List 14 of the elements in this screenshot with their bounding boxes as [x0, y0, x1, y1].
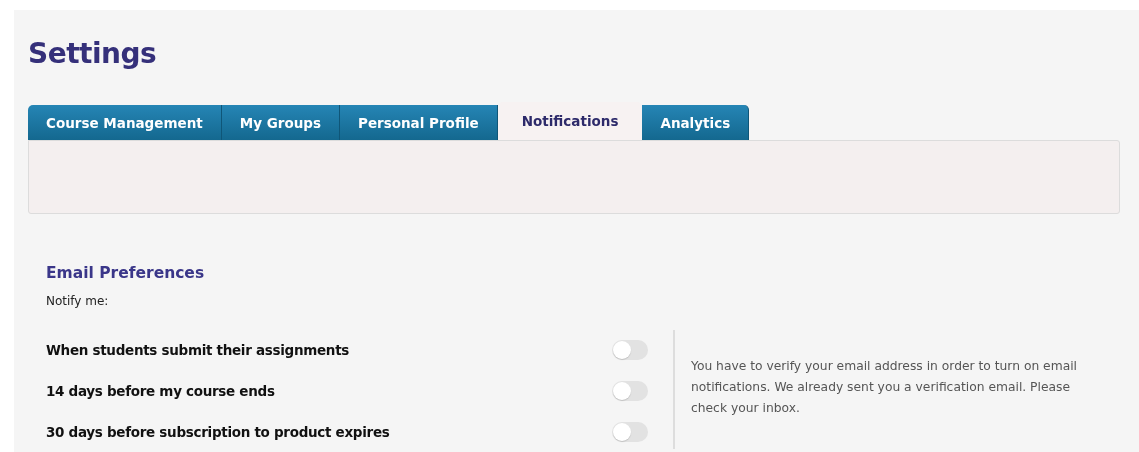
option-label: When students submit their assignments	[46, 342, 350, 358]
toggle-switch[interactable]	[612, 340, 648, 360]
tab[interactable]: Analytics	[642, 105, 750, 140]
page-title: Settings	[28, 36, 158, 72]
option-label: 14 days before my course ends	[46, 383, 275, 399]
section-heading: Email Preferences	[46, 264, 206, 282]
intro-text: Notify me:	[46, 294, 110, 308]
verification-note: You have to verify your email address in order to turn on email notifications. We already sent you a verification email. Please check your inbox.	[691, 358, 1079, 417]
toggle-switch[interactable]	[612, 381, 648, 401]
tab[interactable]: Course Management	[28, 105, 222, 140]
option-label: 30 days before subscription to product expires	[46, 424, 390, 440]
tab[interactable]: Personal Profile	[340, 105, 498, 140]
toggle-switch[interactable]	[612, 422, 648, 442]
tab[interactable]: My Groups	[221, 105, 340, 140]
